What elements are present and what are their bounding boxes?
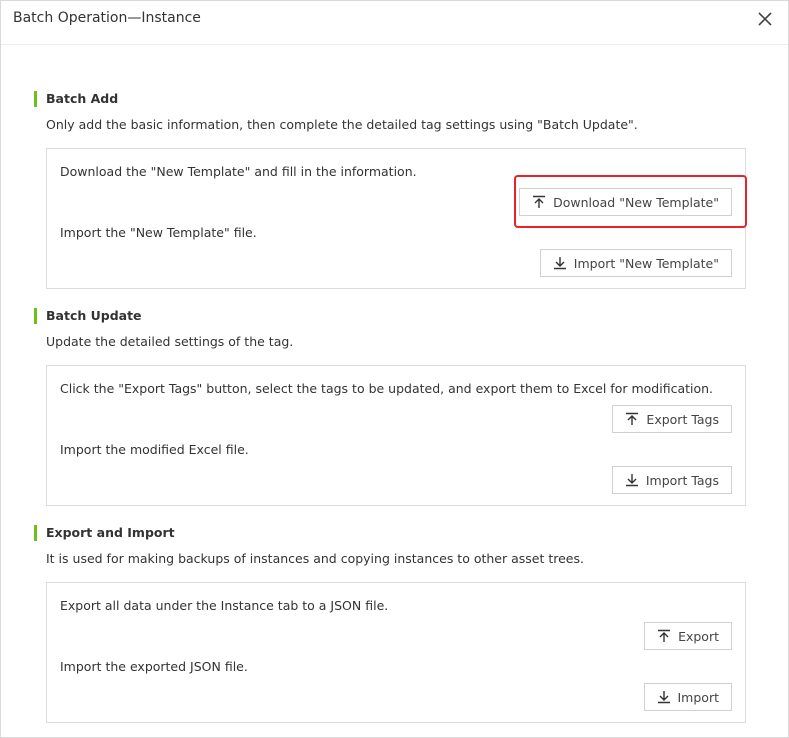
section-desc-batch-update: Update the detailed settings of the tag. xyxy=(46,334,294,349)
export-import-step1-text: Export all data under the Instance tab t… xyxy=(60,598,389,613)
export-label: Export xyxy=(678,628,719,644)
export-import-step2-text: Import the exported JSON file. xyxy=(60,659,248,674)
export-tags-label: Export Tags xyxy=(646,411,719,427)
import-tags-button[interactable]: Import Tags xyxy=(611,466,732,494)
highlight-box xyxy=(514,175,747,228)
dialog-title: Batch Operation—Instance xyxy=(13,10,201,26)
batch-update-panel: Click the "Export Tags" button, select t… xyxy=(46,365,746,506)
section-title-export-import: Export and Import xyxy=(34,525,175,541)
export-button[interactable]: Export xyxy=(644,622,732,650)
section-desc-export-import: It is used for making backups of instanc… xyxy=(46,551,584,566)
download-icon xyxy=(625,474,638,487)
import-label: Import xyxy=(677,689,720,705)
export-import-panel: Export all data under the Instance tab t… xyxy=(46,582,746,723)
section-title-batch-add: Batch Add xyxy=(34,91,118,107)
batch-add-step1-text: Download the "New Template" and fill in … xyxy=(60,164,417,179)
batch-add-step2-text: Import the "New Template" file. xyxy=(60,225,257,240)
import-new-template-label: Import "New Template" xyxy=(573,255,719,271)
export-tags-button[interactable]: Export Tags xyxy=(612,405,732,433)
batch-update-step1-text: Click the "Export Tags" button, select t… xyxy=(60,381,714,396)
batch-operation-dialog: Batch Operation—Instance Batch Add Only … xyxy=(0,0,789,738)
import-new-template-button[interactable]: Import "New Template" xyxy=(539,249,732,277)
close-button[interactable] xyxy=(756,10,774,28)
import-tags-label: Import Tags xyxy=(645,472,719,488)
upload-icon xyxy=(626,412,639,425)
import-button[interactable]: Import xyxy=(643,683,732,711)
close-icon xyxy=(758,12,772,26)
section-desc-batch-add: Only add the basic information, then com… xyxy=(46,117,638,132)
download-icon xyxy=(553,257,566,270)
dialog-header: Batch Operation—Instance xyxy=(1,1,788,45)
batch-update-step2-text: Import the modified Excel file. xyxy=(60,442,249,457)
download-icon xyxy=(657,691,670,704)
section-title-batch-update: Batch Update xyxy=(34,308,142,324)
upload-icon xyxy=(658,629,671,642)
